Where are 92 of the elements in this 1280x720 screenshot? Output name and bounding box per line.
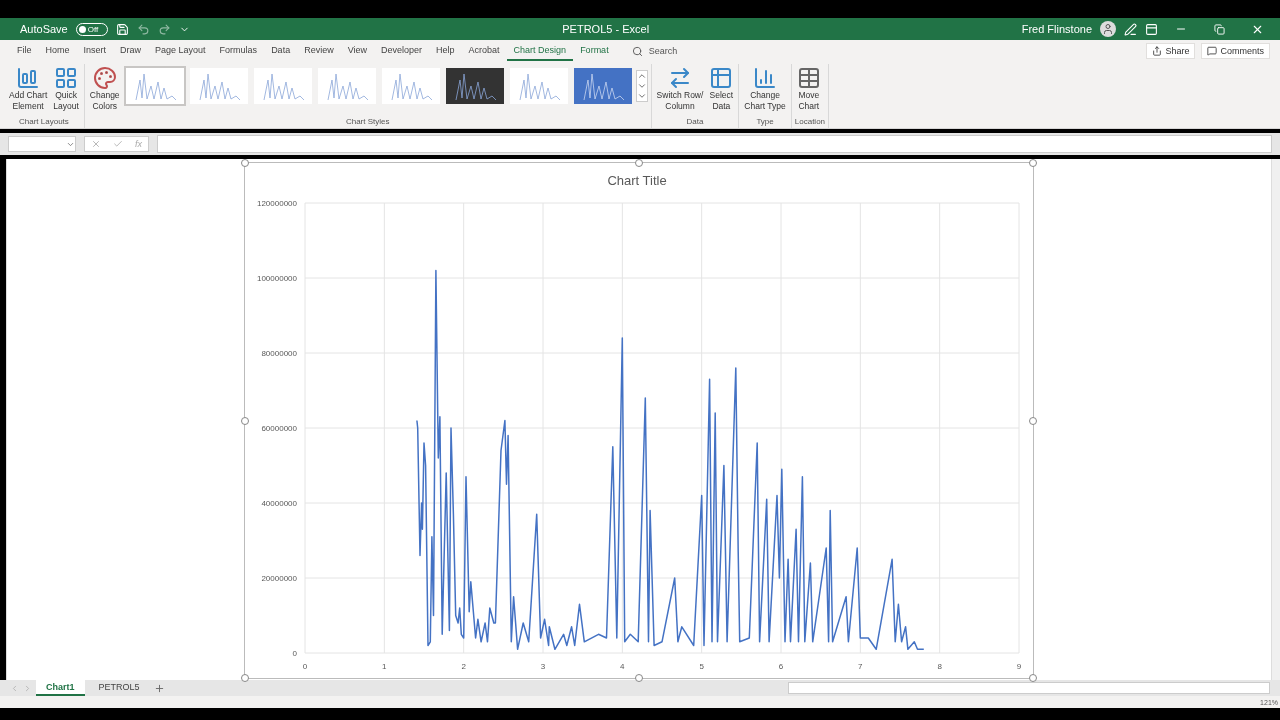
sheet-tab[interactable]: PETROL5 (88, 680, 150, 696)
change-chart-type-button[interactable]: Change Chart Type (742, 64, 788, 114)
share-button[interactable]: Share (1146, 43, 1196, 59)
axis-label: 8 (937, 662, 942, 671)
share-icon (1152, 46, 1163, 56)
ribbon-tab[interactable]: Data (264, 41, 298, 61)
axis-label: 6 (778, 662, 784, 671)
group-label: Type (755, 117, 775, 128)
add-chart-element-button[interactable]: Add Chart Element (7, 64, 50, 114)
table-icon (709, 66, 734, 90)
axis-label: 7 (858, 662, 863, 671)
group-label: Data (685, 117, 705, 128)
ribbon-tab[interactable]: Format (573, 41, 616, 61)
search-field[interactable]: Search (648, 46, 678, 56)
axis-label: 20000000 (261, 574, 297, 583)
previous-sheet-icon[interactable] (10, 683, 19, 693)
quick-layout-button[interactable]: Quick Layout (51, 64, 81, 114)
axis-label: 120000000 (256, 199, 297, 208)
ribbon-tab[interactable]: Page Layout (148, 41, 213, 61)
next-sheet-icon[interactable] (23, 683, 32, 693)
search-icon (631, 45, 643, 57)
vertical-scrollbar[interactable] (1271, 159, 1280, 680)
resize-handle[interactable] (635, 159, 643, 167)
horizontal-scrollbar[interactable] (788, 682, 1270, 694)
chart-style-thumbnail[interactable] (187, 66, 250, 106)
group-label: Chart Styles (344, 117, 391, 128)
bar-chart-icon (16, 66, 41, 90)
axis-label: 5 (699, 662, 704, 671)
resize-handle[interactable] (241, 416, 249, 425)
speech-bubble-icon (1207, 46, 1218, 56)
chart-style-thumbnail[interactable] (379, 66, 442, 106)
ribbon-tab[interactable]: Developer (374, 41, 430, 61)
select-data-button[interactable]: Select Data (707, 64, 736, 114)
cancel-icon[interactable] (91, 139, 101, 149)
pen-icon[interactable] (1124, 22, 1137, 36)
autosave-label: AutoSave (20, 23, 68, 35)
resize-handle[interactable] (1029, 159, 1037, 167)
grid-icon (54, 66, 79, 90)
ribbon-display-icon[interactable] (1145, 22, 1158, 36)
axis-label: 3 (540, 662, 546, 671)
switch-row-column-button[interactable]: Switch Row/ Column (654, 64, 706, 114)
axis-label: 4 (620, 662, 625, 671)
scroll-up-icon[interactable] (636, 71, 647, 81)
ribbon-tab[interactable]: View (340, 41, 374, 61)
ribbon-tab[interactable]: Review (297, 41, 341, 61)
group-label: Chart Layouts (18, 117, 70, 128)
expand-gallery-icon[interactable] (636, 91, 647, 101)
save-icon[interactable] (115, 22, 129, 36)
ribbon-tab[interactable]: Home (38, 41, 77, 61)
chart-style-thumbnail[interactable] (571, 66, 634, 106)
restore-icon[interactable] (1213, 23, 1225, 35)
axis-label: 40000000 (261, 499, 297, 508)
axis-label: 100000000 (256, 274, 297, 283)
axis-label: 1 (382, 662, 387, 671)
axis-label: 60000000 (261, 424, 297, 433)
chart-style-thumbnail[interactable] (251, 66, 314, 106)
axis-label: 0 (302, 662, 308, 671)
scroll-down-icon[interactable] (636, 81, 647, 91)
redo-icon[interactable] (157, 22, 171, 36)
user-name: Fred Flinstone (1021, 23, 1092, 35)
resize-handle[interactable] (241, 159, 249, 167)
chart-title: Chart Title (607, 173, 667, 188)
chart-style-thumbnail[interactable] (507, 66, 570, 106)
palette-icon (92, 66, 117, 90)
ribbon-tab[interactable]: File (10, 41, 39, 61)
chart-style-thumbnail[interactable] (443, 66, 506, 106)
bar-chart-icon (753, 66, 778, 90)
axis-label: 9 (1016, 662, 1022, 671)
name-box[interactable] (8, 136, 76, 152)
ribbon-tab[interactable]: Formulas (212, 41, 265, 61)
axis-label: 80000000 (261, 349, 297, 358)
formula-bar[interactable] (157, 135, 1272, 153)
group-label: Location (794, 117, 826, 128)
table-icon (796, 66, 821, 90)
move-chart-button[interactable]: Move Chart (794, 64, 823, 114)
axis-label: 2 (461, 662, 466, 671)
undo-icon[interactable] (136, 22, 150, 36)
ribbon-tab[interactable]: Help (429, 41, 462, 61)
ribbon-tab[interactable]: Insert (76, 41, 114, 61)
check-icon[interactable] (113, 139, 123, 149)
chart-style-thumbnail[interactable] (123, 66, 186, 106)
comments-button[interactable]: Comments (1201, 43, 1270, 59)
chart-style-thumbnail[interactable] (315, 66, 378, 106)
change-colors-button[interactable]: Change Colors (87, 64, 122, 114)
resize-handle[interactable] (1029, 416, 1037, 425)
ribbon-tab[interactable]: Draw (113, 41, 149, 61)
sheet-tab[interactable]: Chart1 (36, 680, 85, 696)
ribbon-tab[interactable]: Acrobat (461, 41, 507, 61)
axis-label: 0 (292, 649, 297, 658)
window-title: PETROL5 - Excel (562, 23, 650, 35)
add-sheet-icon[interactable] (153, 682, 165, 694)
avatar-icon (1100, 21, 1116, 37)
